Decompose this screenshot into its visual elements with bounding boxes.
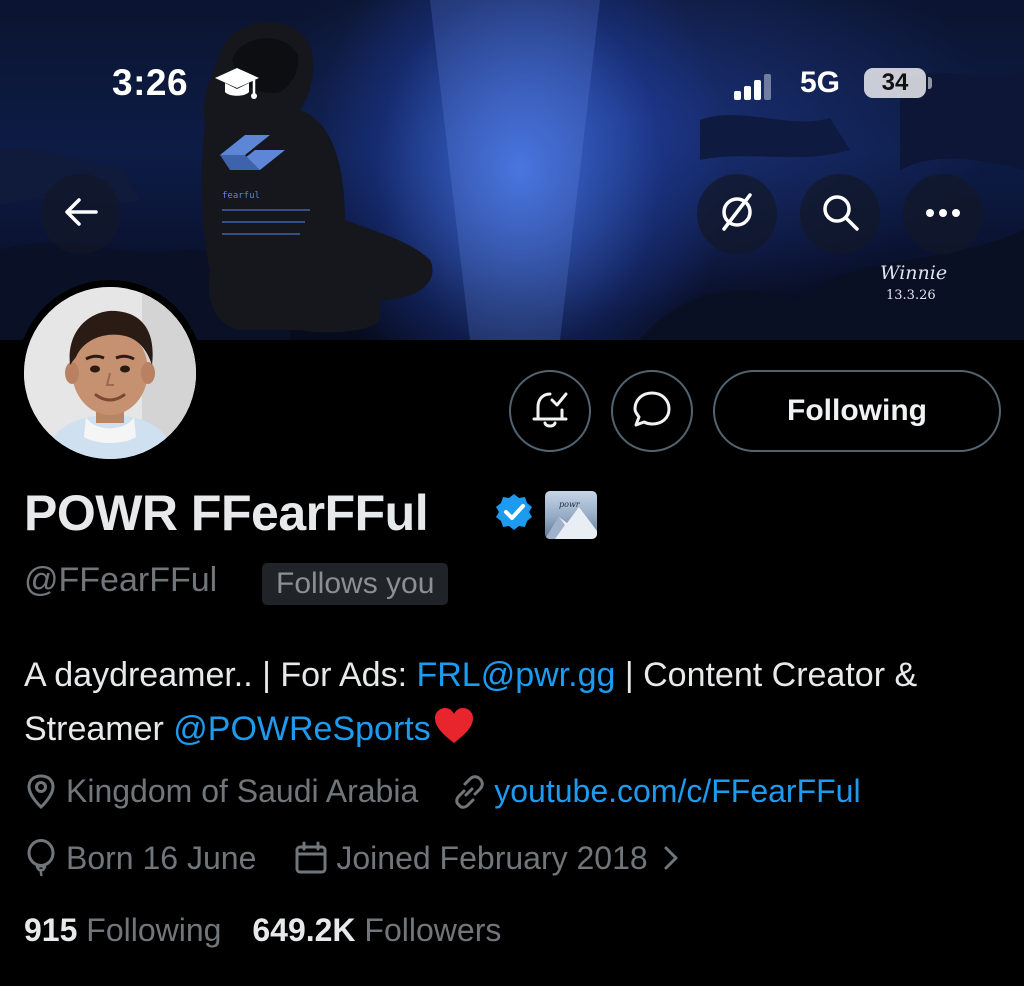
notifications-button[interactable]	[509, 370, 591, 452]
banner-signature: Winnie	[880, 262, 948, 284]
following-count-link[interactable]: 915 Following	[24, 912, 221, 948]
followers-count-link[interactable]: 649.2K Followers	[252, 912, 501, 948]
banner-artwork: fearful	[0, 0, 1024, 340]
follow-counts: 915 Following 649.2K Followers	[24, 912, 501, 949]
grok-button[interactable]	[697, 174, 777, 254]
balloon-icon	[24, 839, 58, 877]
cellular-signal-icon	[734, 74, 774, 105]
svg-text:powr: powr	[559, 500, 581, 509]
profile-website-link[interactable]: youtube.com/c/FFearFFul	[494, 773, 860, 810]
bio-mention-link[interactable]: @POWReSports	[173, 710, 430, 748]
status-time: 3:26	[112, 62, 189, 103]
calendar-icon	[294, 841, 328, 875]
grok-icon	[717, 192, 757, 237]
arrow-left-icon	[64, 197, 98, 232]
profile-joined-date[interactable]: Joined February 2018	[336, 840, 647, 877]
profile-meta-row-2: Born 16 June Joined February 2018	[24, 839, 688, 877]
banner-signature-date: 13.3.26	[886, 288, 936, 303]
display-name: POWR FFearFFul	[24, 485, 429, 541]
profile-bio: A daydreamer.. | For Ads: FRL@pwr.gg | C…	[24, 648, 1004, 761]
bio-email-link[interactable]: FRL@pwr.gg	[416, 656, 615, 694]
following-label: Following	[86, 912, 222, 948]
following-button[interactable]: Following	[713, 370, 1001, 452]
verified-badge-icon[interactable]	[494, 492, 534, 537]
location-pin-icon	[24, 773, 58, 810]
heart-emoji-icon	[433, 707, 475, 761]
svg-text:fearful: fearful	[222, 191, 260, 201]
avatar-photo	[24, 287, 196, 459]
back-button[interactable]	[41, 174, 121, 254]
profile-location: Kingdom of Saudi Arabia	[66, 773, 419, 809]
affiliate-badge[interactable]: powr	[545, 491, 597, 539]
bio-text: A daydreamer.. | For Ads:	[24, 656, 417, 694]
battery-tip	[928, 77, 932, 89]
profile-avatar[interactable]	[17, 280, 203, 466]
link-icon	[452, 774, 486, 809]
follows-you-badge: Follows you	[262, 563, 449, 605]
search-button[interactable]	[800, 174, 880, 254]
bell-check-icon	[530, 388, 570, 435]
more-icon	[925, 205, 961, 223]
profile-birthday: Born 16 June	[66, 839, 257, 876]
battery-level: 34	[864, 68, 926, 98]
profile-handle: @FFearFFul	[24, 561, 218, 599]
followers-label: Followers	[364, 912, 502, 948]
following-count: 915	[24, 912, 78, 948]
followers-count: 649.2K	[252, 912, 356, 948]
graduation-cap-icon	[214, 66, 260, 109]
network-type: 5G	[800, 66, 841, 99]
message-button[interactable]	[611, 370, 693, 452]
more-options-button[interactable]	[903, 174, 983, 254]
profile-meta-row-1: Kingdom of Saudi Arabia youtube.com/c/FF…	[24, 773, 861, 810]
chevron-right-icon[interactable]	[662, 844, 680, 872]
profile-banner[interactable]: fearful Winnie 13.3.26 3:26 5G 34	[0, 0, 1024, 340]
message-icon	[632, 389, 672, 434]
search-icon	[820, 192, 860, 237]
